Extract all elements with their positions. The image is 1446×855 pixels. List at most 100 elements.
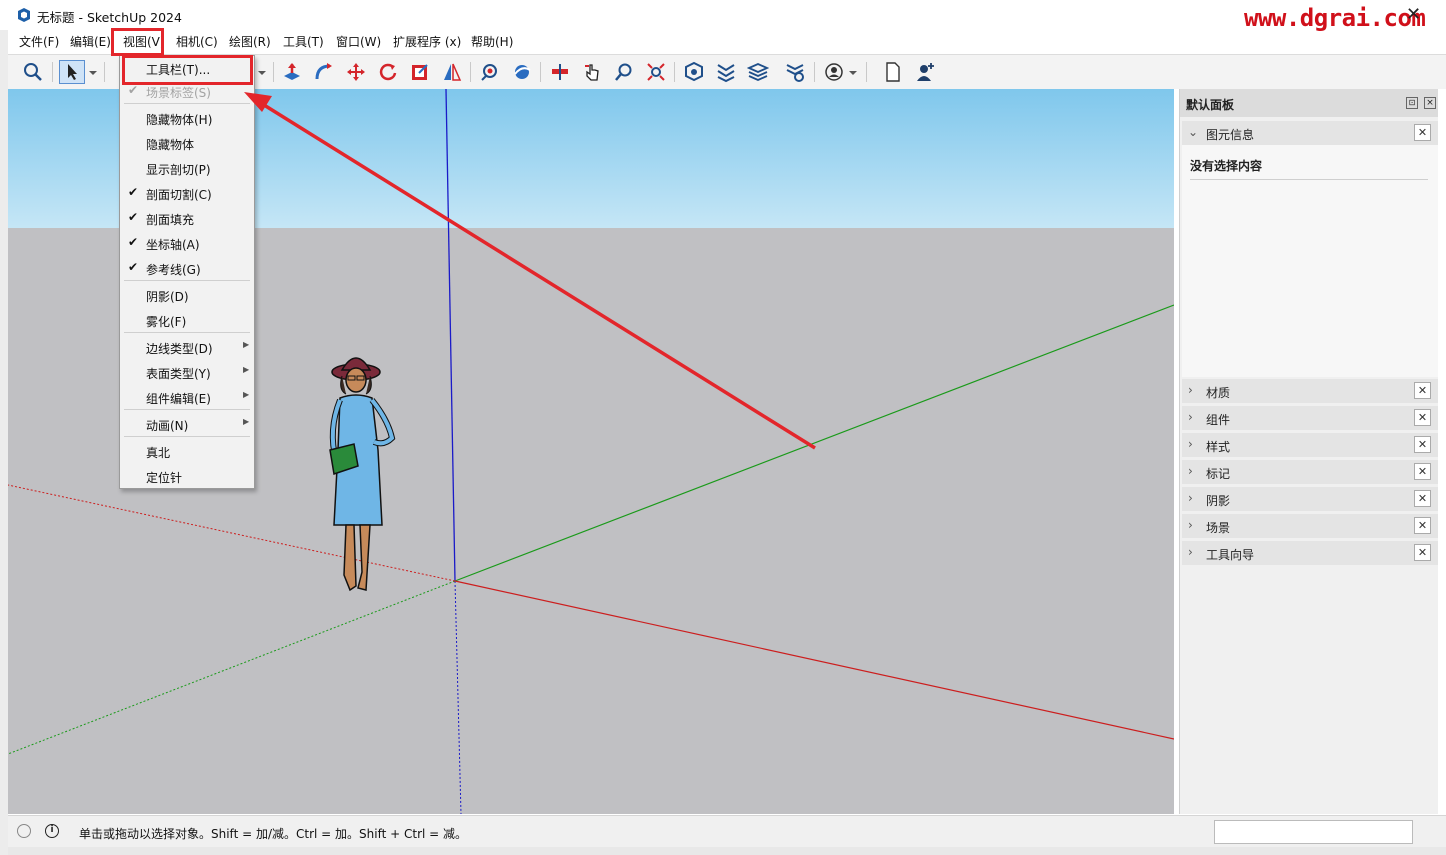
extension-manager-icon[interactable] bbox=[782, 60, 808, 84]
panel-scenes[interactable]: › 场景 ✕ bbox=[1182, 514, 1438, 538]
panel-styles[interactable]: › 样式 ✕ bbox=[1182, 433, 1438, 457]
panel-shadows[interactable]: › 阴影 ✕ bbox=[1182, 487, 1438, 511]
menu-draw[interactable]: 绘图(R) bbox=[227, 33, 273, 51]
scale-icon[interactable] bbox=[407, 60, 433, 84]
menu-item-face-style[interactable]: 表面类型(Y) ▶ bbox=[120, 360, 254, 385]
close-icon[interactable]: ✕ bbox=[1414, 382, 1431, 399]
select-arrow-icon[interactable] bbox=[59, 60, 85, 84]
follow-me-icon[interactable] bbox=[311, 60, 337, 84]
zoom-icon[interactable] bbox=[20, 60, 46, 84]
panel-instructor[interactable]: › 工具向导 ✕ bbox=[1182, 541, 1438, 565]
window-title: 无标题 - SketchUp 2024 bbox=[37, 10, 182, 25]
chevron-right-icon: › bbox=[1188, 437, 1193, 451]
menu-item-section-cuts[interactable]: ✔ 剖面切割(C) bbox=[120, 181, 254, 206]
layout-icon[interactable] bbox=[745, 60, 771, 84]
panel-label: 标记 bbox=[1206, 467, 1231, 481]
close-icon[interactable]: ✕ bbox=[1414, 409, 1431, 426]
close-icon[interactable]: ✕ bbox=[1414, 544, 1431, 561]
panel-label: 工具向导 bbox=[1206, 548, 1255, 562]
view-menu-highlight bbox=[111, 28, 164, 56]
account-icon[interactable] bbox=[821, 60, 847, 84]
close-icon[interactable]: ✕ bbox=[1414, 490, 1431, 507]
submenu-arrow-icon: ▶ bbox=[243, 417, 250, 426]
scale-figure bbox=[329, 357, 396, 592]
close-icon[interactable]: ✕ bbox=[1414, 124, 1431, 141]
status-bar: i 单击或拖动以选择对象。Shift = 加/减。Ctrl = 加。Shift … bbox=[8, 815, 1446, 848]
close-icon[interactable]: ✕ bbox=[1414, 436, 1431, 453]
menu-item-hidden-objects[interactable]: 隐藏物体 bbox=[120, 131, 254, 156]
rotate-icon[interactable] bbox=[375, 60, 401, 84]
dropdown-icon[interactable] bbox=[87, 60, 99, 84]
walk-icon[interactable] bbox=[547, 60, 573, 84]
menu-window[interactable]: 窗口(W) bbox=[334, 33, 383, 51]
menu-item-shadows[interactable]: 阴影(D) bbox=[120, 283, 254, 308]
check-icon: ✔ bbox=[128, 260, 139, 274]
add-user-icon[interactable] bbox=[912, 60, 938, 84]
menu-edit[interactable]: 编辑(E) bbox=[68, 33, 113, 51]
menu-item-axes[interactable]: ✔ 坐标轴(A) bbox=[120, 231, 254, 256]
chevron-right-icon: › bbox=[1188, 545, 1193, 559]
menu-item-component-edit[interactable]: 组件编辑(E) ▶ bbox=[120, 385, 254, 410]
menu-extensions[interactable]: 扩展程序 (x) bbox=[391, 33, 463, 51]
chevron-right-icon: › bbox=[1188, 383, 1193, 397]
menu-camera[interactable]: 相机(C) bbox=[174, 33, 220, 51]
panel-label: 场景 bbox=[1206, 521, 1231, 535]
chevron-right-icon: › bbox=[1188, 410, 1193, 424]
close-icon[interactable]: ✕ bbox=[1414, 517, 1431, 534]
paint-icon[interactable] bbox=[477, 60, 503, 84]
check-icon: ✔ bbox=[128, 185, 139, 199]
menu-file[interactable]: 文件(F) bbox=[17, 33, 61, 51]
close-icon[interactable]: ✕ bbox=[1414, 463, 1431, 480]
chevron-down-icon: ⌄ bbox=[1188, 125, 1199, 139]
chevron-right-icon: › bbox=[1188, 491, 1193, 505]
eraser-icon[interactable] bbox=[255, 60, 269, 84]
panel-materials[interactable]: › 材质 ✕ bbox=[1182, 379, 1438, 403]
panel-label: 材质 bbox=[1206, 386, 1231, 400]
look-around-icon[interactable] bbox=[579, 60, 605, 84]
push-pull-icon[interactable] bbox=[279, 60, 305, 84]
left-edge bbox=[0, 30, 8, 855]
window-close-button[interactable]: ✕ bbox=[1406, 4, 1421, 25]
panel-label: 图元信息 bbox=[1206, 128, 1255, 142]
menu-item-guides[interactable]: ✔ 参考线(G) bbox=[120, 256, 254, 281]
bottom-edge bbox=[8, 847, 1446, 855]
menu-item-animation[interactable]: 动画(N) ▶ bbox=[120, 412, 254, 437]
menu-item-fog[interactable]: 雾化(F) bbox=[120, 308, 254, 333]
tray-close-icon[interactable]: × bbox=[1424, 97, 1436, 109]
info-icon[interactable]: i bbox=[45, 824, 59, 838]
move-icon[interactable] bbox=[343, 60, 369, 84]
menu-item-hidden-geometry[interactable]: 隐藏物体(H) bbox=[120, 106, 254, 131]
panel-tags[interactable]: › 标记 ✕ bbox=[1182, 460, 1438, 484]
geo-location-icon[interactable] bbox=[17, 824, 31, 838]
extension-warehouse-icon[interactable] bbox=[713, 60, 739, 84]
menu-help[interactable]: 帮助(H) bbox=[469, 33, 515, 51]
toolbars-item-highlight bbox=[122, 55, 253, 85]
menu-item-edge-style[interactable]: 边线类型(D) ▶ bbox=[120, 335, 254, 360]
tray-title: 默认面板 bbox=[1186, 98, 1235, 112]
submenu-arrow-icon: ▶ bbox=[243, 390, 250, 399]
panel-components[interactable]: › 组件 ✕ bbox=[1182, 406, 1438, 430]
default-tray: 默认面板 ⊡ × ⌄ 图元信息 ✕ 没有选择内容 › 材质 ✕ › 组件 ✕ ›… bbox=[1179, 89, 1438, 814]
new-file-icon[interactable] bbox=[880, 60, 906, 84]
zoom-extents-icon[interactable] bbox=[643, 60, 669, 84]
menu-item-north-arrow[interactable]: 真北 bbox=[120, 439, 254, 464]
3d-warehouse-icon[interactable] bbox=[681, 60, 707, 84]
submenu-arrow-icon: ▶ bbox=[243, 365, 250, 374]
no-selection-text: 没有选择内容 bbox=[1190, 159, 1263, 173]
submenu-arrow-icon: ▶ bbox=[243, 340, 250, 349]
status-text: 单击或拖动以选择对象。Shift = 加/减。Ctrl = 加。Shift + … bbox=[79, 827, 468, 841]
menu-item-section-planes[interactable]: 显示剖切(P) bbox=[120, 156, 254, 181]
chevron-right-icon: › bbox=[1188, 518, 1193, 532]
menu-item-section-fill[interactable]: ✔ 剖面填充 bbox=[120, 206, 254, 231]
menu-tools[interactable]: 工具(T) bbox=[281, 33, 326, 51]
flip-icon[interactable] bbox=[439, 60, 465, 84]
pin-icon[interactable]: ⊡ bbox=[1406, 97, 1418, 109]
panel-entity-info[interactable]: ⌄ 图元信息 ✕ bbox=[1182, 121, 1438, 145]
zoom-window-icon[interactable] bbox=[611, 60, 637, 84]
measurements-box[interactable] bbox=[1214, 820, 1413, 844]
check-icon: ✔ bbox=[128, 83, 139, 97]
panel-label: 阴影 bbox=[1206, 494, 1231, 508]
account-dropdown-icon[interactable] bbox=[847, 60, 859, 84]
orbit-icon[interactable] bbox=[509, 60, 535, 84]
menu-item-location-pin[interactable]: 定位针 bbox=[120, 464, 254, 489]
